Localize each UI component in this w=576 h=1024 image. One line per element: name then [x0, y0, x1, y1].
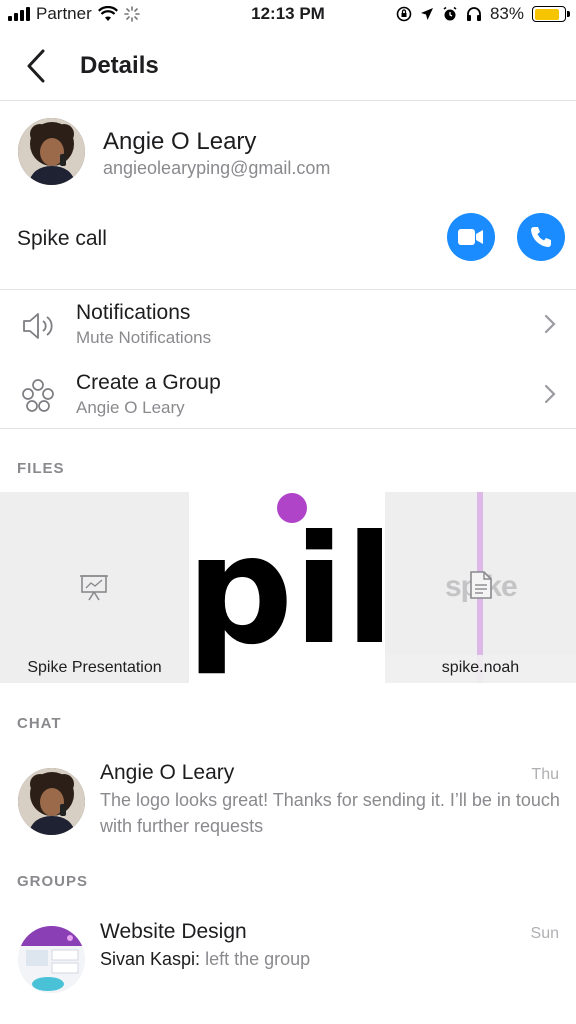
contact-avatar[interactable]: [18, 118, 85, 185]
group-avatar-image: [18, 926, 85, 993]
file-tile-logo[interactable]: pik: [192, 492, 382, 683]
group-item[interactable]: Website Design Sun Sivan Kaspi: left the…: [0, 910, 576, 1010]
file-tile-presentation[interactable]: Spike Presentation: [0, 492, 189, 683]
video-call-button[interactable]: [447, 213, 495, 261]
chat-section-label: CHAT: [17, 715, 62, 732]
document-icon: [470, 571, 492, 599]
avatar-image: [18, 118, 85, 185]
spike-logo-image: pik: [192, 493, 382, 678]
svg-text:pik: pik: [192, 504, 382, 678]
chevron-right-icon: [544, 314, 556, 334]
notifications-row[interactable]: Notifications Mute Notifications: [0, 292, 576, 358]
notifications-title: Notifications: [76, 301, 191, 324]
avatar-image: [18, 768, 85, 835]
rotation-lock-icon: [396, 6, 412, 22]
groups-section-label: GROUPS: [17, 873, 89, 890]
group-timestamp: Sun: [530, 925, 559, 942]
spike-call-label: Spike call: [17, 227, 107, 250]
group-icon: [22, 379, 54, 412]
divider: [0, 428, 576, 429]
navigation-header: Details: [0, 30, 576, 101]
divider: [0, 289, 576, 290]
contact-email: angieolearyping@gmail.com: [103, 158, 331, 178]
chat-message-preview: The logo looks great! Thanks for sending…: [100, 790, 560, 836]
status-bar-right: 83%: [396, 4, 570, 24]
files-section-label: FILES: [17, 460, 65, 477]
headphones-icon: [466, 7, 481, 21]
files-strip: Spike Presentation pik spike spike.noah: [0, 492, 576, 683]
battery-icon: [532, 6, 570, 22]
chevron-left-icon: [27, 49, 45, 83]
chat-item[interactable]: Angie O Leary Thu The logo looks great! …: [0, 750, 576, 850]
create-group-subtitle: Angie O Leary: [76, 398, 185, 417]
file-name: spike.noah: [441, 659, 520, 676]
chevron-right-icon: [544, 384, 556, 404]
status-bar: Partner 12:13 PM 83%: [0, 0, 576, 30]
file-tile-noah[interactable]: spike spike.noah: [385, 492, 576, 683]
back-button[interactable]: [18, 44, 54, 88]
page-title: Details: [80, 52, 159, 79]
chat-avatar: [18, 768, 85, 835]
group-message-preview: Sivan Kaspi: left the group: [100, 946, 560, 972]
chat-timestamp: Thu: [531, 766, 559, 783]
video-camera-icon: [458, 229, 483, 245]
speaker-icon: [23, 313, 53, 339]
contact-name: Angie O Leary: [103, 128, 257, 155]
notifications-subtitle: Mute Notifications: [76, 328, 212, 347]
voice-call-button[interactable]: [517, 213, 565, 261]
group-message-sender: Sivan Kaspi:: [100, 949, 201, 969]
create-group-row[interactable]: Create a Group Angie O Leary: [0, 362, 576, 428]
phone-icon: [531, 227, 551, 247]
battery-percent: 83%: [489, 4, 524, 23]
location-icon: [420, 8, 433, 20]
chat-sender-name: Angie O Leary: [100, 761, 235, 784]
create-group-title: Create a Group: [76, 371, 221, 394]
alarm-icon: [443, 6, 457, 21]
battery-level: [534, 8, 559, 20]
group-message-text: left the group: [205, 949, 311, 969]
group-name: Website Design: [100, 920, 247, 943]
presentation-icon: [80, 575, 108, 601]
group-avatar: [18, 926, 85, 993]
file-name: Spike Presentation: [27, 659, 162, 676]
